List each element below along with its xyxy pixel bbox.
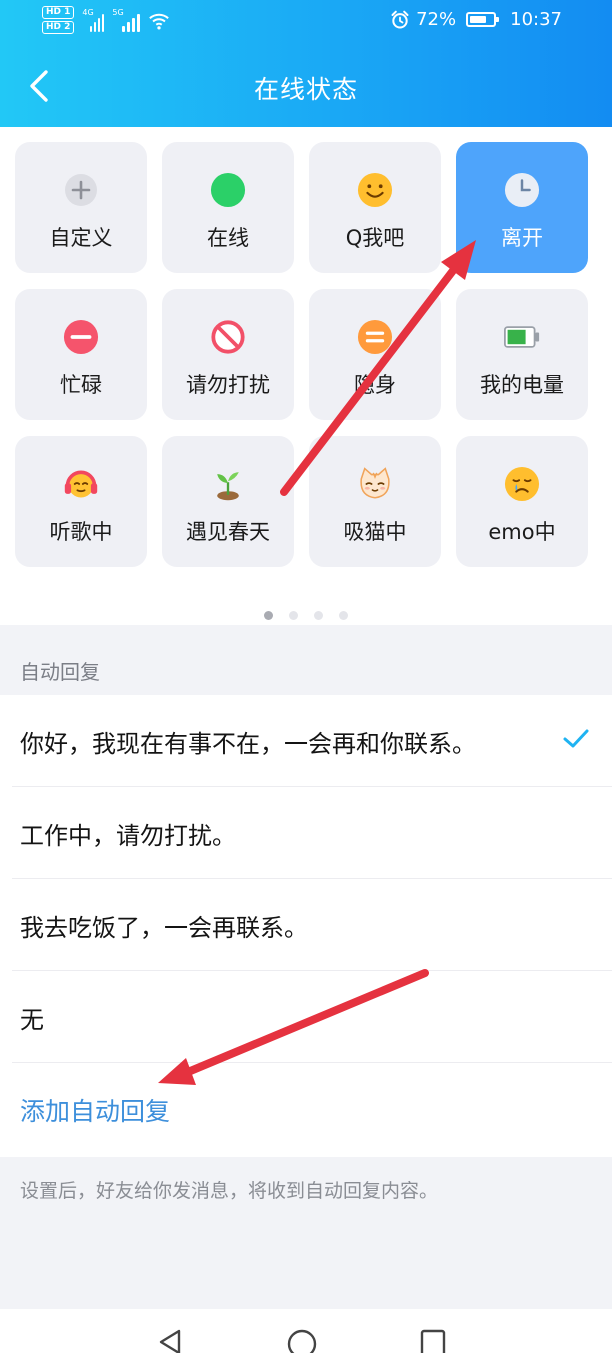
hd-badge-1: HD 1 <box>42 6 75 19</box>
auto-reply-option-text: 工作中，请勿打扰。 <box>20 821 236 850</box>
auto-reply-hint: 设置后，好友给你发消息，将收到自动回复内容。 <box>20 1180 439 1202</box>
page-title: 在线状态 <box>253 75 358 104</box>
status-tile[interactable]: 离开 <box>456 142 588 273</box>
status-tile[interactable]: 遇见春天 <box>162 436 294 567</box>
auto-reply-option[interactable]: 工作中，请勿打扰。 <box>0 787 612 879</box>
nav-back-icon[interactable] <box>153 1327 187 1353</box>
status-tile[interactable]: 在线 <box>162 142 294 273</box>
headphones-face-icon <box>63 466 99 502</box>
status-tile-label: 听歌中 <box>49 520 113 544</box>
status-tile[interactable]: 吸猫中 <box>309 436 441 567</box>
auto-reply-list: 你好，我现在有事不在，一会再和你联系。 工作中，请勿打扰。我去吃饭了，一会再联系。… <box>0 695 612 1157</box>
add-auto-reply-button[interactable]: 添加自动回复 <box>0 1063 612 1157</box>
hd-badges: HD 1 HD 2 <box>42 6 75 34</box>
hd-badge-2: HD 2 <box>42 21 75 34</box>
cat-icon <box>357 466 393 502</box>
smile-icon <box>357 172 393 208</box>
signal-5g-icon: 5G <box>112 6 141 32</box>
sad-face-icon <box>504 466 540 502</box>
status-tile-label: 隐身 <box>354 373 396 397</box>
no-entry-icon <box>210 319 246 355</box>
status-tile-label: 忙碌 <box>60 373 102 397</box>
status-tile-label: 遇见春天 <box>186 520 270 544</box>
auto-reply-option[interactable]: 无 <box>0 971 612 1063</box>
battery-percent: 72% <box>416 9 457 30</box>
status-bar-left: HD 1 HD 2 4G 5G <box>42 6 170 34</box>
status-grid: 自定义 在线 Q我吧 离开忙碌 请勿打扰 隐身 我的电量听歌中 遇见春天 吸猫中 emo中 <box>0 127 612 625</box>
battery-icon <box>504 319 540 355</box>
app-header: HD 1 HD 2 4G 5G 72% 10:37 在线状态 <box>0 0 612 127</box>
nav-recents-icon[interactable] <box>416 1327 450 1353</box>
status-tile[interactable]: 我的电量 <box>456 289 588 420</box>
status-tile[interactable]: 请勿打扰 <box>162 289 294 420</box>
status-tile-label: 离开 <box>501 226 543 250</box>
signal-5g-label: 5G <box>112 8 124 17</box>
equals-circle-icon <box>357 319 393 355</box>
minus-circle-icon <box>63 319 99 355</box>
page-dot[interactable] <box>289 611 298 620</box>
page-dot[interactable] <box>264 611 273 620</box>
checkmark-icon <box>563 729 589 748</box>
status-tile-label: 请勿打扰 <box>186 373 270 397</box>
status-tile[interactable]: Q我吧 <box>309 142 441 273</box>
wifi-icon <box>149 13 170 30</box>
system-nav-bar <box>0 1309 612 1353</box>
status-tile[interactable]: 自定义 <box>15 142 147 273</box>
nav-home-icon[interactable] <box>285 1327 319 1353</box>
signal-4g-label: 4G <box>82 8 94 17</box>
clock-time: 10:37 <box>510 9 562 30</box>
clock-icon <box>504 172 540 208</box>
status-tile-label: 自定义 <box>49 226 113 250</box>
status-tile-label: 在线 <box>207 226 249 250</box>
status-bar-right: 72% 10:37 <box>390 9 562 30</box>
battery-icon <box>466 12 500 27</box>
status-tile[interactable]: 隐身 <box>309 289 441 420</box>
auto-reply-option-text: 你好，我现在有事不在，一会再和你联系。 <box>20 729 476 758</box>
status-tile-label: emo中 <box>488 520 556 544</box>
page-indicator <box>0 611 612 620</box>
status-bar: HD 1 HD 2 4G 5G 72% 10:37 <box>0 0 612 46</box>
page-dot[interactable] <box>339 611 348 620</box>
auto-reply-option-text: 我去吃饭了，一会再联系。 <box>20 913 308 942</box>
battery-fill <box>470 16 487 23</box>
auto-reply-option-text: 无 <box>20 1005 44 1034</box>
signal-4g-icon: 4G <box>82 6 105 32</box>
page-dot[interactable] <box>314 611 323 620</box>
status-tile[interactable]: 听歌中 <box>15 436 147 567</box>
green-dot-icon <box>210 172 246 208</box>
status-tile[interactable]: emo中 <box>456 436 588 567</box>
auto-reply-option[interactable]: 我去吃饭了，一会再联系。 <box>0 879 612 971</box>
status-tile-label: 吸猫中 <box>343 520 407 544</box>
plus-icon <box>63 172 99 208</box>
status-tile[interactable]: 忙碌 <box>15 289 147 420</box>
alarm-icon <box>391 10 409 29</box>
sprout-icon <box>210 466 246 502</box>
status-tile-label: 我的电量 <box>480 373 564 397</box>
status-tile-label: Q我吧 <box>345 226 405 250</box>
auto-reply-section-label: 自动回复 <box>20 660 100 684</box>
auto-reply-option[interactable]: 你好，我现在有事不在，一会再和你联系。 <box>0 695 612 787</box>
